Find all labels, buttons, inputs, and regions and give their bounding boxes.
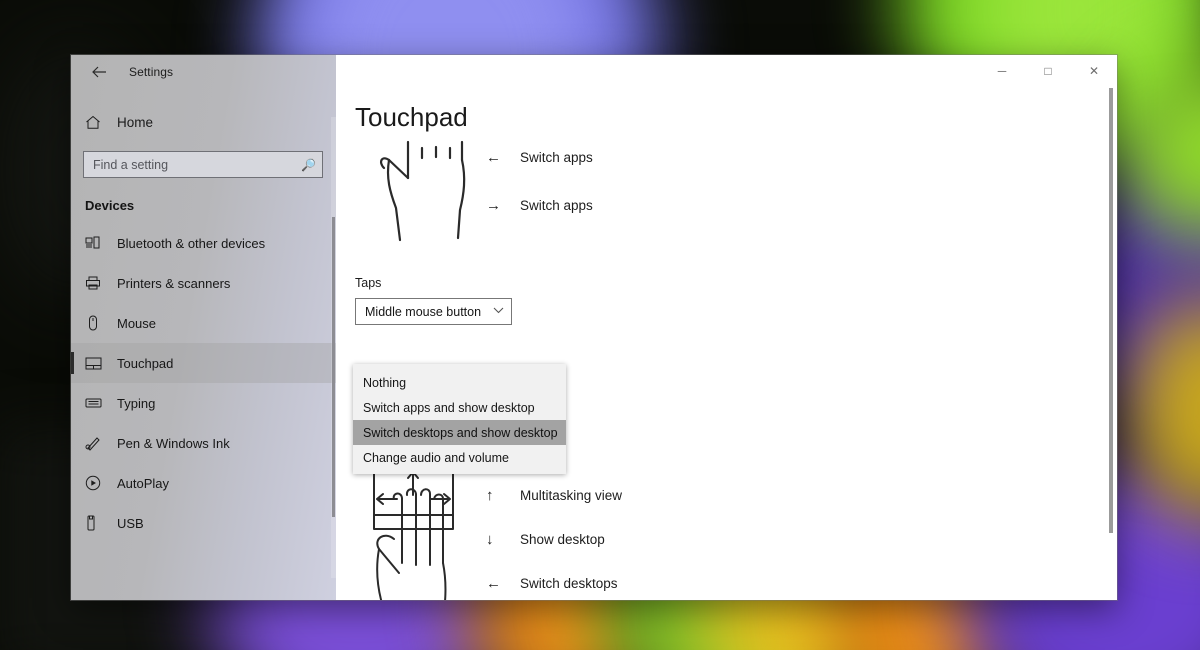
- dropdown-option-nothing[interactable]: Nothing: [353, 370, 566, 395]
- three-finger-hand-illustration: [366, 130, 481, 255]
- up-arrow-icon: ↑: [486, 486, 494, 504]
- usb-icon: [85, 515, 111, 531]
- sidebar-item-bluetooth-other-devices[interactable]: Bluetooth & other devices: [71, 223, 336, 263]
- gesture-row: ↓ Show desktop: [486, 527, 622, 551]
- sidebar-item-home-label: Home: [117, 114, 154, 130]
- gesture-label: Multitasking view: [520, 487, 623, 503]
- gesture-label: Show desktop: [520, 531, 605, 547]
- gesture-row: → Switch apps: [486, 193, 593, 217]
- window-controls: ─ □ ✕: [979, 55, 1117, 87]
- sidebar-item-usb[interactable]: USB: [71, 503, 336, 543]
- back-arrow-icon: [92, 66, 106, 77]
- chevron-down-icon: [493, 306, 504, 317]
- gesture-row: ↑ Multitasking view: [486, 483, 622, 507]
- autoplay-icon: [85, 475, 111, 491]
- gesture-label: Switch apps: [520, 149, 593, 165]
- keyboard-icon: [85, 397, 111, 409]
- sidebar-section-header: Devices: [85, 198, 135, 213]
- four-finger-gesture-list: ↑ Multitasking view ↓ Show desktop ← Swi…: [486, 483, 622, 600]
- taps-dropdown-popup[interactable]: Nothing Switch apps and show desktop Swi…: [353, 364, 566, 474]
- back-button[interactable]: [83, 58, 115, 86]
- sidebar-item-label: Typing: [117, 395, 156, 411]
- search-input[interactable]: [93, 157, 302, 172]
- taps-label: Taps: [355, 276, 382, 290]
- window-titlebar-left: Settings: [71, 55, 336, 88]
- pen-icon: [85, 435, 111, 451]
- mouse-icon: [85, 315, 111, 331]
- bluetooth-devices-icon: [85, 236, 111, 250]
- dropdown-option-change-audio-and-volume[interactable]: Change audio and volume: [353, 445, 566, 470]
- maximize-button[interactable]: □: [1025, 55, 1071, 87]
- content-scrollbar-thumb[interactable]: [1109, 88, 1113, 533]
- touchpad-icon: [85, 357, 111, 370]
- page-title: Touchpad: [355, 102, 468, 132]
- down-arrow-icon: ↓: [486, 530, 494, 548]
- dropdown-option-switch-desktops-and-show-desktop[interactable]: Switch desktops and show desktop: [353, 420, 566, 445]
- sidebar-item-touchpad[interactable]: Touchpad: [71, 343, 336, 383]
- taps-dropdown-button[interactable]: Middle mouse button: [355, 298, 512, 325]
- sidebar-nav: Bluetooth & other devices Printers & sca…: [71, 223, 336, 543]
- sidebar-item-label: Mouse: [117, 315, 157, 331]
- left-arrow-icon: ←: [486, 148, 501, 166]
- three-finger-gesture-list: ← Switch apps → Switch apps: [486, 145, 593, 241]
- content-scrollbar[interactable]: [1108, 88, 1114, 593]
- home-icon: [85, 115, 111, 130]
- settings-sidebar: Settings Home 🔍 Devices: [71, 55, 336, 600]
- sidebar-item-autoplay[interactable]: AutoPlay: [71, 463, 336, 503]
- sidebar-scrollbar-thumb[interactable]: [332, 217, 335, 517]
- printer-icon: [85, 276, 111, 290]
- taps-dropdown-value: Middle mouse button: [365, 304, 482, 319]
- search-icon: 🔍: [301, 157, 316, 172]
- gesture-row: ← Switch apps: [486, 145, 593, 169]
- gesture-label: Switch apps: [520, 197, 593, 213]
- sidebar-item-label: AutoPlay: [117, 475, 170, 491]
- close-button[interactable]: ✕: [1071, 55, 1117, 87]
- left-arrow-icon: ←: [486, 574, 501, 592]
- settings-window: Settings Home 🔍 Devices: [71, 55, 1117, 600]
- settings-content-pane: ─ □ ✕ Touchpad ← Switch apps → Switch ap…: [336, 55, 1117, 600]
- dropdown-option-switch-apps-and-show-desktop[interactable]: Switch apps and show desktop: [353, 395, 566, 420]
- sidebar-item-pen-windows-ink[interactable]: Pen & Windows Ink: [71, 423, 336, 463]
- four-finger-hand-illustration: [351, 467, 476, 600]
- search-wrapper: 🔍: [83, 151, 324, 178]
- search-box[interactable]: 🔍: [83, 151, 323, 178]
- sidebar-item-printers-scanners[interactable]: Printers & scanners: [71, 263, 336, 303]
- sidebar-item-label: Printers & scanners: [117, 275, 231, 291]
- right-arrow-icon: →: [486, 196, 501, 214]
- sidebar-item-home[interactable]: Home: [71, 105, 336, 139]
- minimize-button[interactable]: ─: [979, 55, 1025, 87]
- sidebar-item-label: Pen & Windows Ink: [117, 435, 230, 451]
- sidebar-item-label: USB: [117, 515, 144, 531]
- app-title: Settings: [129, 64, 174, 79]
- gesture-row: ← Switch desktops: [486, 571, 622, 595]
- gesture-label: Switch desktops: [520, 575, 618, 591]
- sidebar-item-label: Bluetooth & other devices: [117, 235, 266, 251]
- sidebar-item-typing[interactable]: Typing: [71, 383, 336, 423]
- sidebar-item-label: Touchpad: [117, 355, 174, 371]
- sidebar-item-mouse[interactable]: Mouse: [71, 303, 336, 343]
